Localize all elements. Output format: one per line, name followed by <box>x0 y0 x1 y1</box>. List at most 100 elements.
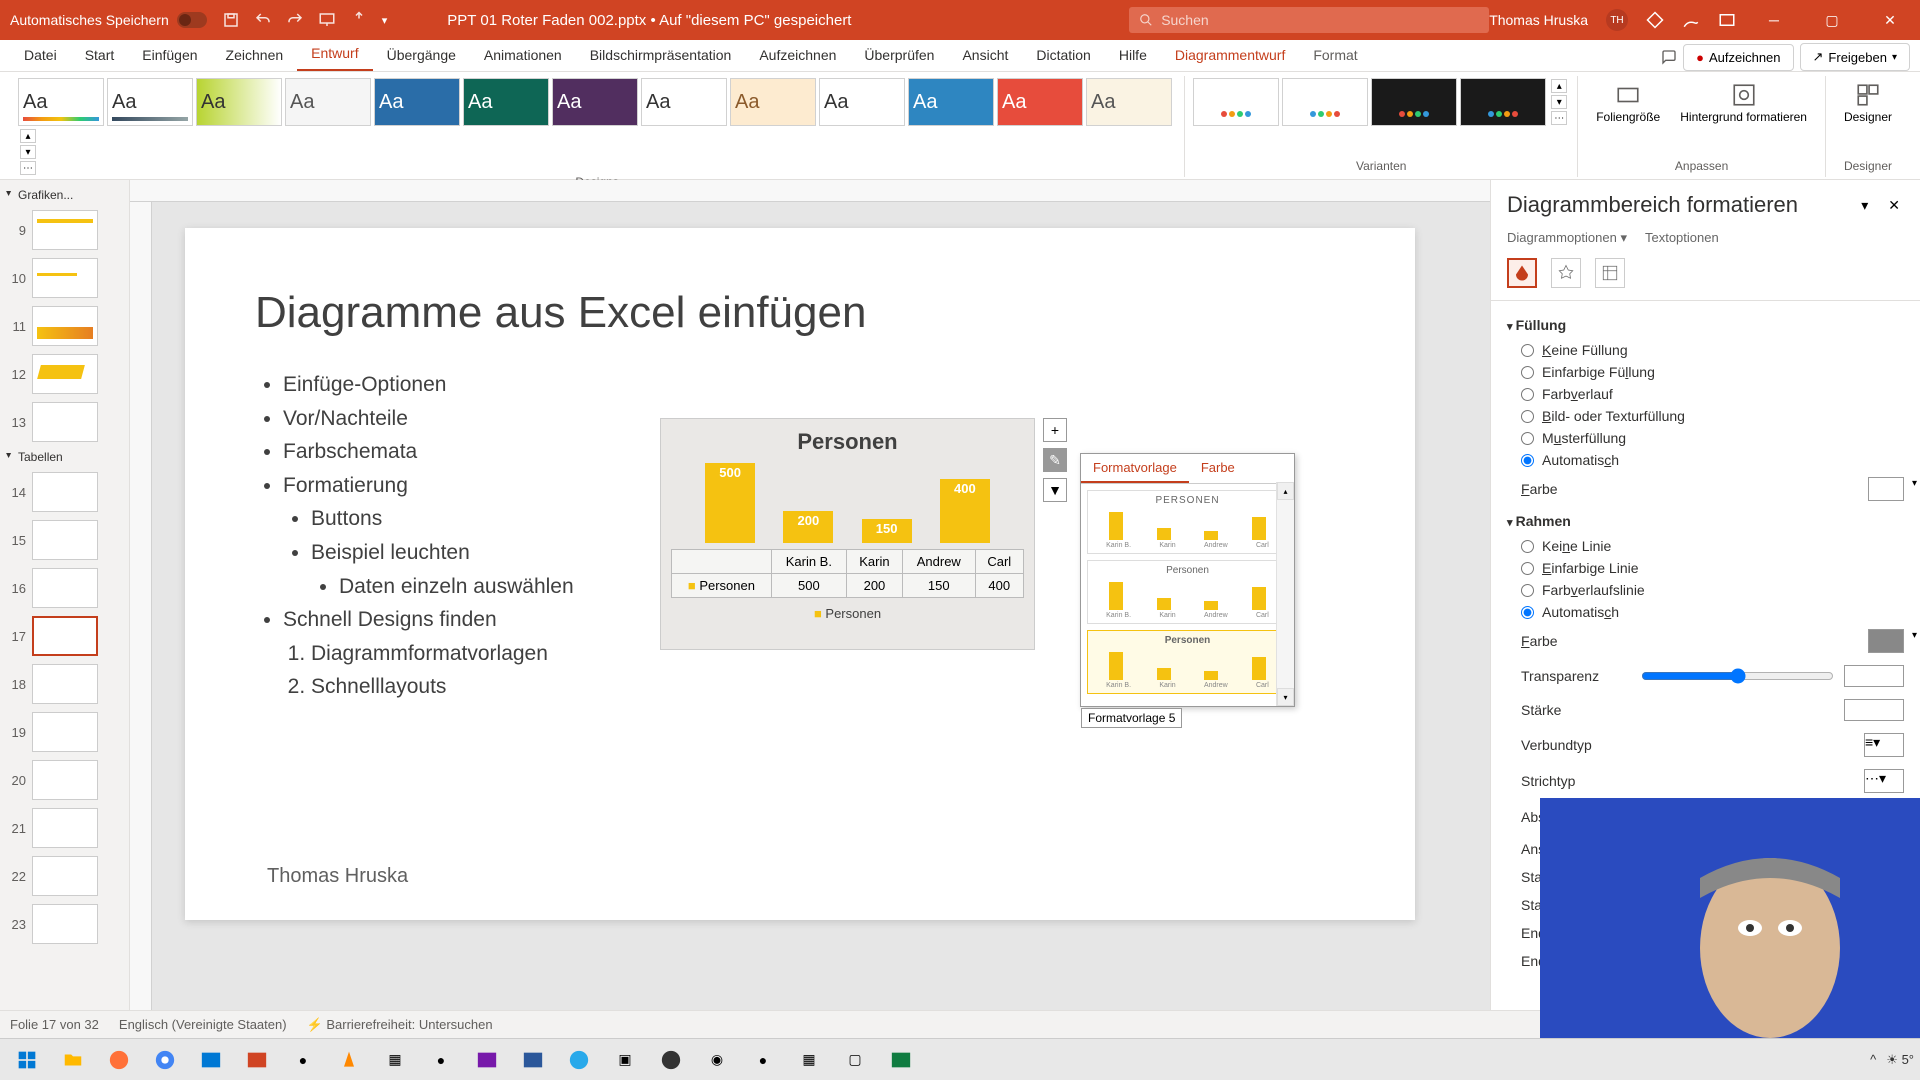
thumb-10[interactable] <box>32 258 98 298</box>
radio-border-none[interactable]: Keine Linie <box>1507 535 1904 557</box>
tab-diagrammentwurf[interactable]: Diagrammentwurf <box>1161 39 1299 71</box>
design-theme-8[interactable]: Aa <box>641 78 727 126</box>
section-tabellen[interactable]: Tabellen <box>0 446 129 468</box>
style-popup-scrollbar[interactable]: ▴ ▾ <box>1276 482 1294 706</box>
format-tab-text[interactable]: Textoptionen <box>1645 230 1719 246</box>
tab-dictation[interactable]: Dictation <box>1022 39 1104 71</box>
excel-icon[interactable] <box>880 1042 922 1078</box>
thumb-14[interactable] <box>32 472 98 512</box>
thumb-16[interactable] <box>32 568 98 608</box>
variant-2[interactable] <box>1282 78 1368 126</box>
variant-3[interactable] <box>1371 78 1457 126</box>
design-theme-2[interactable]: Aa <box>107 78 193 126</box>
design-theme-9[interactable]: Aa <box>730 78 816 126</box>
thumb-18[interactable] <box>32 664 98 704</box>
tab-bildschirm[interactable]: Bildschirmpräsentation <box>576 39 746 71</box>
thumb-22[interactable] <box>32 856 98 896</box>
app-icon-8[interactable]: ▢ <box>834 1042 876 1078</box>
vlc-icon[interactable] <box>328 1042 370 1078</box>
radio-border-solid[interactable]: Einfarbige Linie <box>1507 557 1904 579</box>
designer-button[interactable]: Designer <box>1834 78 1902 128</box>
design-theme-7[interactable]: Aa <box>552 78 638 126</box>
chart-elements-icon[interactable]: + <box>1043 418 1067 442</box>
app-icon-7[interactable]: ▦ <box>788 1042 830 1078</box>
thumb-17[interactable] <box>32 616 98 656</box>
design-theme-6[interactable]: Aa <box>463 78 549 126</box>
window-icon[interactable] <box>1718 11 1736 29</box>
radio-fill-picture[interactable]: Bild- oder Texturfüllung <box>1507 405 1904 427</box>
diamond-icon[interactable] <box>1646 11 1664 29</box>
section-border[interactable]: Rahmen <box>1507 507 1904 535</box>
border-color-button[interactable] <box>1868 629 1904 653</box>
obs-icon[interactable] <box>650 1042 692 1078</box>
user-avatar[interactable]: TH <box>1606 9 1628 31</box>
style-option-3[interactable]: Personen Karin B.KarinAndrewCarl <box>1087 630 1288 694</box>
app-icon-1[interactable]: ● <box>282 1042 324 1078</box>
explorer-icon[interactable] <box>52 1042 94 1078</box>
tab-ansicht[interactable]: Ansicht <box>948 39 1022 71</box>
tab-aufzeichnen[interactable]: Aufzeichnen <box>745 39 850 71</box>
design-theme-3[interactable]: Aa <box>196 78 282 126</box>
fill-line-icon[interactable] <box>1507 258 1537 288</box>
tab-entwurf[interactable]: Entwurf <box>297 37 372 71</box>
touch-icon[interactable] <box>350 11 368 29</box>
thumb-15[interactable] <box>32 520 98 560</box>
radio-border-auto[interactable]: Automatisch <box>1507 601 1904 623</box>
format-pane-close-icon[interactable]: ✕ <box>1884 193 1904 218</box>
tab-start[interactable]: Start <box>71 39 129 71</box>
style-option-2[interactable]: Personen Karin B.KarinAndrewCarl <box>1087 560 1288 624</box>
thumb-20[interactable] <box>32 760 98 800</box>
chart-filter-icon[interactable]: ▼ <box>1043 478 1067 502</box>
app-icon-4[interactable]: ▣ <box>604 1042 646 1078</box>
outlook-icon[interactable] <box>190 1042 232 1078</box>
design-theme-10[interactable]: Aa <box>819 78 905 126</box>
comments-icon[interactable] <box>1661 49 1677 65</box>
app-icon-2[interactable]: ▦ <box>374 1042 416 1078</box>
radio-fill-none[interactable]: Keine Füllung <box>1507 339 1904 361</box>
thumb-11[interactable] <box>32 306 98 346</box>
style-option-1[interactable]: PERSONEN Karin B.KarinAndrewCarl <box>1087 490 1288 554</box>
tab-format[interactable]: Format <box>1299 39 1371 71</box>
thumb-13[interactable] <box>32 402 98 442</box>
slide-size-button[interactable]: Foliengröße <box>1586 78 1670 128</box>
chrome-icon[interactable] <box>144 1042 186 1078</box>
fill-color-button[interactable] <box>1868 477 1904 501</box>
tab-hilfe[interactable]: Hilfe <box>1105 39 1161 71</box>
width-input[interactable] <box>1844 699 1904 721</box>
weather-widget[interactable]: ☀ 5° <box>1886 1052 1914 1068</box>
slide-counter[interactable]: Folie 17 von 32 <box>10 1017 99 1032</box>
embedded-chart[interactable]: Personen 500 200 150 400 Karin B.KarinAn… <box>660 418 1035 650</box>
app-icon-6[interactable]: ● <box>742 1042 784 1078</box>
variant-1[interactable] <box>1193 78 1279 126</box>
firefox-icon[interactable] <box>98 1042 140 1078</box>
present-icon[interactable] <box>318 11 336 29</box>
design-theme-4[interactable]: Aa <box>285 78 371 126</box>
tab-datei[interactable]: Datei <box>10 39 71 71</box>
transparency-input[interactable] <box>1844 665 1904 687</box>
tab-ueberpruefen[interactable]: Überprüfen <box>850 39 948 71</box>
format-pane-dropdown-icon[interactable]: ▾ <box>1857 193 1872 218</box>
variant-gallery-more[interactable]: ▴▾⋯ <box>1549 78 1569 126</box>
section-grafiken[interactable]: Grafiken... <box>0 184 129 206</box>
autosave-toggle[interactable] <box>177 12 207 28</box>
design-theme-1[interactable]: Aa <box>18 78 104 126</box>
thumb-19[interactable] <box>32 712 98 752</box>
effects-icon[interactable] <box>1551 258 1581 288</box>
dash-select[interactable]: ⋯▾ <box>1864 769 1904 793</box>
record-button[interactable]: ●Aufzeichnen <box>1683 44 1793 71</box>
share-button[interactable]: ↗Freigeben▾ <box>1800 43 1910 71</box>
start-button[interactable] <box>6 1042 48 1078</box>
redo-icon[interactable] <box>286 11 304 29</box>
save-icon[interactable] <box>222 11 240 29</box>
radio-fill-auto[interactable]: Automatisch <box>1507 449 1904 471</box>
undo-icon[interactable] <box>254 11 272 29</box>
qat-more-icon[interactable]: ▾ <box>382 14 388 27</box>
chart-styles-icon[interactable]: ✎ <box>1043 448 1067 472</box>
search-box[interactable]: Suchen <box>1129 7 1489 33</box>
accessibility-check[interactable]: ⚡ Barrierefreiheit: Untersuchen <box>307 1017 493 1033</box>
radio-border-gradient[interactable]: Farbverlaufslinie <box>1507 579 1904 601</box>
style-tab-color[interactable]: Farbe <box>1189 454 1247 483</box>
tab-zeichnen[interactable]: Zeichnen <box>212 39 298 71</box>
section-fill[interactable]: Füllung <box>1507 311 1904 339</box>
chart-bar-3[interactable]: 150 <box>862 519 912 543</box>
